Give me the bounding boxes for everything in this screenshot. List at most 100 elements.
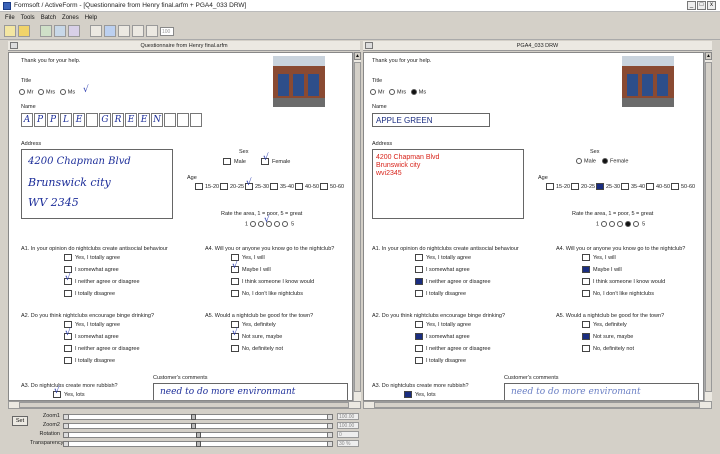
name-char-box[interactable]: A bbox=[21, 113, 33, 127]
a5-option-checkbox[interactable] bbox=[231, 345, 239, 352]
rate-3-radio[interactable] bbox=[616, 221, 623, 227]
slider-left-arrow-icon[interactable] bbox=[63, 414, 69, 420]
name-char-box[interactable] bbox=[190, 113, 202, 127]
name-char-box[interactable]: E bbox=[73, 113, 85, 127]
menu-zones[interactable]: Zones bbox=[62, 15, 79, 21]
title-mrs-radio[interactable] bbox=[389, 89, 396, 95]
comments-field[interactable]: need to do more enviromant bbox=[504, 383, 699, 400]
comments-field[interactable]: need to do more environmant bbox=[153, 383, 348, 400]
name-char-box[interactable] bbox=[177, 113, 189, 127]
a4-option-checkbox[interactable] bbox=[231, 290, 239, 297]
fit-icon[interactable] bbox=[118, 25, 130, 37]
a2-option-checkbox[interactable] bbox=[64, 321, 72, 328]
title-ms-radio[interactable] bbox=[410, 89, 417, 95]
name-field[interactable]: APPLE GREEN bbox=[372, 113, 490, 127]
scroll-thumb[interactable] bbox=[374, 402, 700, 408]
slider-track[interactable] bbox=[63, 432, 333, 438]
slider-right-arrow-icon[interactable] bbox=[327, 423, 333, 429]
name-char-box[interactable]: N bbox=[151, 113, 163, 127]
a5-option-checkbox[interactable] bbox=[231, 321, 239, 328]
left-horizontal-scrollbar[interactable] bbox=[8, 401, 361, 409]
a1-option-checkbox[interactable] bbox=[64, 254, 72, 261]
a1-option-checkbox[interactable] bbox=[415, 278, 423, 285]
right-horizontal-scrollbar[interactable] bbox=[363, 401, 712, 409]
slider-knob[interactable] bbox=[191, 414, 196, 420]
a2-option-checkbox[interactable] bbox=[64, 357, 72, 364]
scroll-thumb[interactable] bbox=[705, 62, 712, 392]
slider-knob[interactable] bbox=[191, 423, 196, 429]
age-checkbox-25-30[interactable] bbox=[596, 183, 604, 190]
hand-icon[interactable] bbox=[146, 25, 158, 37]
process-icon[interactable] bbox=[54, 25, 66, 37]
a4-option-checkbox[interactable] bbox=[231, 278, 239, 285]
age-checkbox-20-25[interactable] bbox=[571, 183, 579, 190]
address-field[interactable]: 4200 Chapman Blvd Brunswick city wvi2345 bbox=[372, 149, 524, 219]
a4-option-checkbox[interactable] bbox=[231, 254, 239, 261]
scroll-thumb[interactable] bbox=[19, 402, 349, 408]
age-checkbox-15-20[interactable] bbox=[195, 183, 203, 190]
rate-5-radio[interactable] bbox=[632, 221, 639, 227]
a5-option-checkbox[interactable] bbox=[582, 345, 590, 352]
age-checkbox-50-60[interactable] bbox=[671, 183, 679, 190]
age-checkbox-40-50[interactable] bbox=[646, 183, 654, 190]
maximize-button[interactable]: □ bbox=[697, 1, 706, 10]
age-checkbox-50-60[interactable] bbox=[320, 183, 328, 190]
slider-left-arrow-icon[interactable] bbox=[63, 432, 69, 438]
slider-right-arrow-icon[interactable] bbox=[327, 414, 333, 420]
a4-option-checkbox[interactable] bbox=[582, 266, 590, 273]
sex-male-checkbox[interactable] bbox=[223, 158, 231, 165]
a1-option-checkbox[interactable] bbox=[415, 290, 423, 297]
close-button[interactable]: x bbox=[707, 1, 716, 10]
a5-option-checkbox[interactable] bbox=[582, 321, 590, 328]
name-char-box[interactable]: L bbox=[60, 113, 72, 127]
slider-track[interactable] bbox=[63, 414, 333, 420]
rate-2-radio[interactable] bbox=[608, 221, 615, 227]
zoom-field[interactable]: 100 bbox=[160, 26, 174, 36]
a1-option-checkbox[interactable] bbox=[415, 266, 423, 273]
name-char-box[interactable]: P bbox=[34, 113, 46, 127]
name-char-box[interactable]: R bbox=[112, 113, 124, 127]
title-mr-radio[interactable] bbox=[370, 89, 376, 95]
rate-5-radio[interactable] bbox=[281, 221, 288, 227]
scan-icon[interactable] bbox=[40, 25, 52, 37]
scroll-up-icon[interactable]: ▲ bbox=[705, 52, 712, 60]
scroll-thumb[interactable] bbox=[354, 62, 361, 392]
age-checkbox-40-50[interactable] bbox=[295, 183, 303, 190]
menu-file[interactable]: File bbox=[5, 15, 15, 21]
slider-knob[interactable] bbox=[196, 441, 201, 447]
batch-icon[interactable] bbox=[68, 25, 80, 37]
minimize-button[interactable]: _ bbox=[687, 1, 696, 10]
new-icon[interactable] bbox=[4, 25, 16, 37]
right-vertical-scrollbar[interactable]: ▲ bbox=[704, 52, 712, 401]
pointer-icon[interactable] bbox=[90, 25, 102, 37]
age-checkbox-15-20[interactable] bbox=[546, 183, 554, 190]
age-checkbox-35-40[interactable] bbox=[270, 183, 278, 190]
scroll-up-icon[interactable]: ▲ bbox=[354, 52, 361, 60]
title-mr-radio[interactable] bbox=[19, 89, 25, 95]
a1-option-checkbox[interactable] bbox=[64, 266, 72, 273]
right-document-pane[interactable]: Thank you for your help. Title Mr Mrs Ms… bbox=[363, 52, 704, 401]
name-char-box[interactable] bbox=[86, 113, 98, 127]
menu-help[interactable]: Help bbox=[85, 15, 97, 21]
a2-option-checkbox[interactable] bbox=[415, 345, 423, 352]
a2-option-checkbox[interactable] bbox=[415, 333, 423, 340]
title-ms-radio[interactable] bbox=[59, 89, 66, 95]
left-vertical-scrollbar[interactable]: ▲ bbox=[353, 52, 361, 401]
slider-track[interactable] bbox=[63, 423, 333, 429]
a3-option-checkbox[interactable] bbox=[404, 391, 412, 398]
zoom-icon[interactable] bbox=[132, 25, 144, 37]
rate-2-radio[interactable] bbox=[257, 221, 264, 227]
a5-option-checkbox[interactable] bbox=[582, 333, 590, 340]
a2-option-checkbox[interactable] bbox=[415, 321, 423, 328]
rate-1-radio[interactable] bbox=[249, 221, 256, 227]
a1-option-checkbox[interactable] bbox=[415, 254, 423, 261]
sex-male-radio[interactable] bbox=[576, 158, 582, 164]
a1-option-checkbox[interactable] bbox=[64, 290, 72, 297]
a2-option-checkbox[interactable] bbox=[415, 357, 423, 364]
left-document-pane[interactable]: Thank you for your help. Title Mr Mrs Ms… bbox=[8, 52, 353, 401]
slider-left-arrow-icon[interactable] bbox=[63, 441, 69, 447]
a4-option-checkbox[interactable] bbox=[582, 278, 590, 285]
set-button[interactable]: Set bbox=[12, 416, 28, 426]
slider-right-arrow-icon[interactable] bbox=[327, 441, 333, 447]
rate-4-radio[interactable] bbox=[273, 221, 280, 227]
